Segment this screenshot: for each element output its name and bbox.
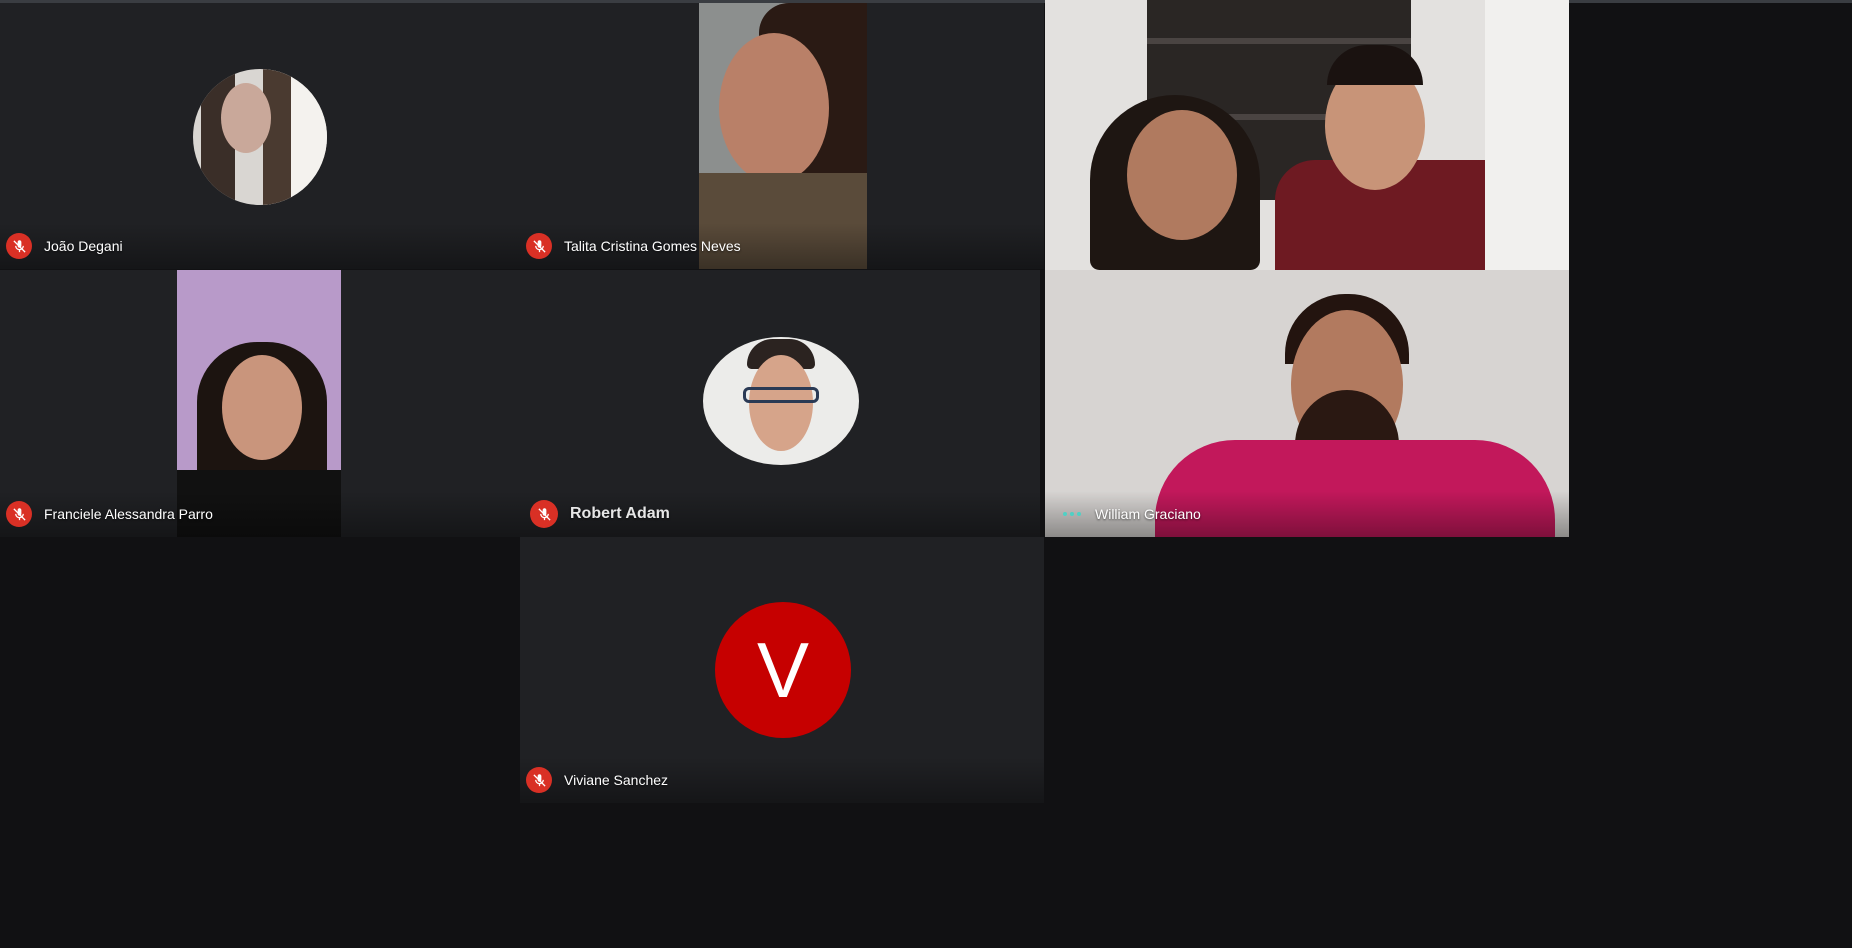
participant-tile-joao-degani[interactable]: João Degani [0, 3, 520, 269]
participant-label: Talita Cristina Gomes Neves [520, 223, 1044, 269]
participant-tile-franciele[interactable]: Franciele Alessandra Parro [0, 270, 520, 537]
participant-tile-robert-adam[interactable]: Robert Adam [520, 270, 1040, 537]
participant-tile-video[interactable] [1045, 0, 1569, 270]
participant-name: William Graciano [1095, 506, 1201, 522]
participant-label: Franciele Alessandra Parro [0, 491, 520, 537]
participant-tile-talita[interactable]: Talita Cristina Gomes Neves [520, 3, 1044, 269]
participant-name: Talita Cristina Gomes Neves [564, 238, 741, 254]
participant-label: João Degani [0, 223, 520, 269]
participant-avatar [193, 69, 327, 205]
participant-tile-viviane-sanchez[interactable]: V Viviane Sanchez [520, 537, 1044, 803]
participant-name: Robert Adam [570, 505, 670, 522]
mic-off-icon [6, 233, 32, 259]
mic-off-icon [530, 500, 558, 528]
participant-name: Franciele Alessandra Parro [44, 506, 213, 522]
participant-avatar [703, 337, 859, 465]
participant-label: Viviane Sanchez [520, 757, 1044, 803]
participant-label: William Graciano [1045, 491, 1569, 537]
mic-off-icon [6, 501, 32, 527]
participant-name: João Degani [44, 238, 123, 254]
participant-tile-william-graciano[interactable]: William Graciano [1045, 270, 1569, 537]
mic-off-icon [526, 233, 552, 259]
participant-label: Robert Adam [520, 491, 1040, 537]
participant-name: Viviane Sanchez [564, 772, 669, 788]
mic-off-icon [526, 767, 552, 793]
audio-indicator-icon [1063, 512, 1081, 516]
participant-avatar: V [715, 602, 851, 738]
